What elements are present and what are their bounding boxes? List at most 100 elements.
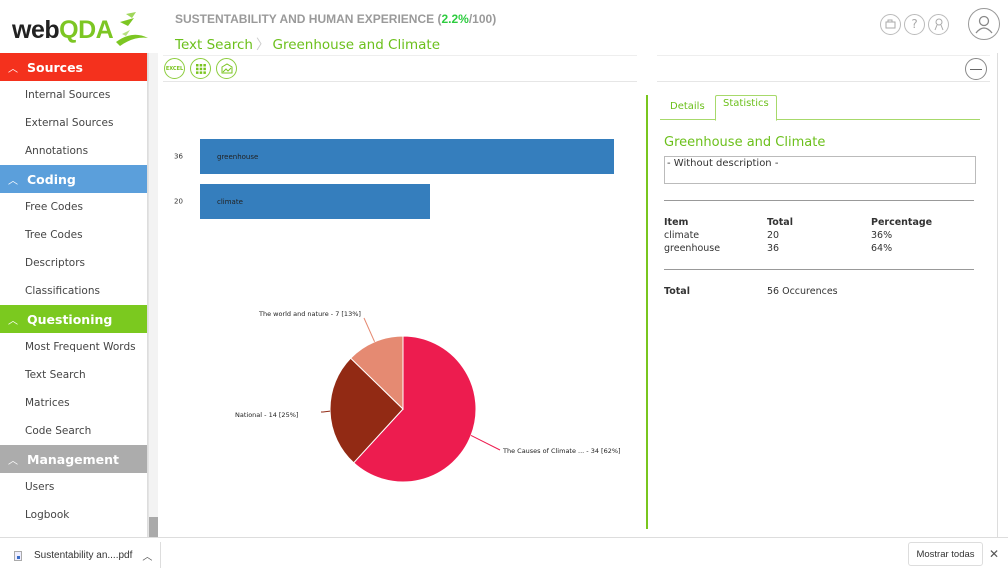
section-label: Coding: [27, 171, 76, 187]
collapse-icon[interactable]: [965, 58, 987, 80]
breadcrumb-current: Greenhouse and Climate: [272, 37, 441, 53]
sidebar-item-external-sources[interactable]: External Sources: [0, 109, 147, 137]
sidebar-item-descriptors[interactable]: Descriptors: [0, 249, 147, 277]
description-field[interactable]: - Without description -: [664, 156, 976, 184]
sidebar: ︿ Sources Internal Sources External Sourc…: [0, 53, 148, 537]
table-row: greenhouse 36 64%: [664, 242, 974, 255]
statistics-table: Item Total Percentage climate 20 36% gre…: [664, 216, 974, 255]
charts-svg: 36 greenhouse 20 climate The Causes of Clim…: [174, 139, 621, 483]
pie-leader-line: [321, 410, 331, 413]
leaf-icon: [116, 12, 148, 46]
sidebar-scrollbar[interactable]: [148, 53, 158, 537]
cell-total: 36: [767, 243, 780, 254]
bar-category-label: climate: [217, 198, 243, 206]
section-label: Sources: [27, 59, 83, 75]
breadcrumb: Text Search 〉 Greenhouse and Climate: [175, 33, 440, 53]
grid-icon: [195, 63, 206, 74]
logo-qda-text: QDA: [59, 16, 114, 44]
breadcrumb-text-search[interactable]: Text Search: [175, 37, 253, 53]
section-label: Management: [27, 451, 120, 467]
chevron-up-icon: ︿: [8, 63, 18, 75]
chevron-up-icon: ︿: [8, 175, 18, 187]
cell-item: greenhouse: [664, 243, 721, 254]
panel-toolbar: [657, 55, 990, 82]
pie-leader-line: [363, 317, 376, 342]
logo-web-text: web: [12, 16, 60, 44]
header-item: Item: [664, 217, 689, 228]
sidebar-section-management[interactable]: ︿ Management: [0, 445, 147, 473]
table-header-row: Item Total Percentage: [664, 216, 974, 229]
sidebar-section-coding[interactable]: ︿ Coding: [0, 165, 147, 193]
header-total: Total: [767, 217, 793, 228]
media-icon[interactable]: [880, 13, 901, 35]
details-panel: Details Statistics Greenhouse and Climat…: [646, 95, 986, 529]
sidebar-item-matrices[interactable]: Matrices: [0, 389, 147, 417]
downloads-bar: Sustentability an....pdf ︿ Mostrar todas…: [0, 537, 1008, 571]
sidebar-item-logbook[interactable]: Logbook: [0, 501, 147, 529]
progress-percent: 2.2%: [441, 12, 469, 26]
divider: [664, 200, 974, 201]
cell-percentage: 36%: [871, 230, 893, 241]
total-label: Total: [664, 286, 690, 297]
top-icons: ?: [880, 8, 1000, 40]
total-value: 56 Occurences: [767, 286, 838, 297]
divider: [664, 269, 974, 270]
tab-bar: Details Statistics: [660, 95, 980, 121]
header-percentage: Percentage: [871, 217, 933, 228]
progress-total: /100): [468, 12, 497, 26]
grid-view-button[interactable]: [190, 58, 211, 79]
project-name: SUSTENTABILITY AND HUMAN EXPERIENCE: [175, 12, 435, 26]
right-scrollbar[interactable]: [997, 53, 1005, 537]
show-all-button[interactable]: Mostrar todas: [908, 542, 983, 566]
pie-label: The Causes of Climate ... - 34 [62%]: [502, 447, 621, 455]
divider: [160, 542, 161, 568]
sidebar-item-annotations[interactable]: Annotations: [0, 137, 147, 165]
tab-statistics[interactable]: Statistics: [715, 95, 777, 121]
download-file-name[interactable]: Sustentability an....pdf: [34, 550, 132, 561]
bar-category-label: greenhouse: [217, 153, 258, 161]
sidebar-item-tree-codes[interactable]: Tree Codes: [0, 221, 147, 249]
sidebar-item-free-codes[interactable]: Free Codes: [0, 193, 147, 221]
cell-percentage: 64%: [871, 243, 893, 254]
table-row: climate 20 36%: [664, 229, 974, 242]
sidebar-item-classifications[interactable]: Classifications: [0, 277, 147, 305]
sidebar-item-code-search[interactable]: Code Search: [0, 417, 147, 445]
pie-leader-line: [470, 435, 501, 451]
project-title: SUSTENTABILITY AND HUMAN EXPERIENCE (2.2…: [175, 12, 496, 26]
cell-total: 20: [767, 230, 780, 241]
excel-icon: EXCEL: [165, 65, 184, 72]
image-export-button[interactable]: [216, 58, 237, 79]
sidebar-item-internal-sources[interactable]: Internal Sources: [0, 81, 147, 109]
pie-label: The world and nature - 7 [13%]: [258, 310, 361, 318]
excel-export-button[interactable]: EXCEL: [164, 58, 185, 79]
webqda-app: webQDA SUSTENTABILITY AND HUMAN EXPERIEN…: [0, 0, 1008, 571]
sidebar-section-sources[interactable]: ︿ Sources: [0, 53, 147, 81]
image-icon: [221, 63, 232, 74]
scrollbar-thumb[interactable]: [149, 517, 158, 537]
certificate-icon[interactable]: [928, 13, 949, 35]
close-icon[interactable]: ✕: [989, 547, 999, 561]
webqda-logo[interactable]: webQDA: [12, 8, 152, 48]
sidebar-item-text-search[interactable]: Text Search: [0, 361, 147, 389]
tab-details[interactable]: Details: [670, 101, 705, 112]
chevron-up-icon: ︿: [8, 315, 18, 327]
chart-toolbar: EXCEL: [163, 55, 637, 82]
pdf-file-icon: [14, 550, 22, 561]
total-row: Total 56 Occurences: [664, 286, 838, 297]
cell-item: climate: [664, 230, 700, 241]
sidebar-item-users[interactable]: Users: [0, 473, 147, 501]
help-icon[interactable]: ?: [904, 13, 925, 35]
chevron-up-icon[interactable]: ︿: [142, 548, 152, 563]
pie-chart: The Causes of Climate ... - 34 [62%] Nati…: [235, 310, 621, 483]
sidebar-item-most-frequent-words[interactable]: Most Frequent Words: [0, 333, 147, 361]
section-label: Questioning: [27, 311, 113, 327]
download-item[interactable]: Sustentability an....pdf ︿: [14, 548, 152, 563]
chart-area: 36 greenhouse 20 climate The Causes of Clim…: [163, 82, 643, 537]
user-icon[interactable]: [968, 8, 1000, 40]
sidebar-section-questioning[interactable]: ︿ Questioning: [0, 305, 147, 333]
bar-greenhouse[interactable]: [200, 139, 614, 174]
breadcrumb-separator: 〉: [255, 37, 270, 53]
bar-chart: 36 greenhouse 20 climate: [174, 139, 614, 219]
pie-label: National - 14 [25%]: [235, 411, 298, 419]
search-title: Greenhouse and Climate: [664, 135, 826, 150]
